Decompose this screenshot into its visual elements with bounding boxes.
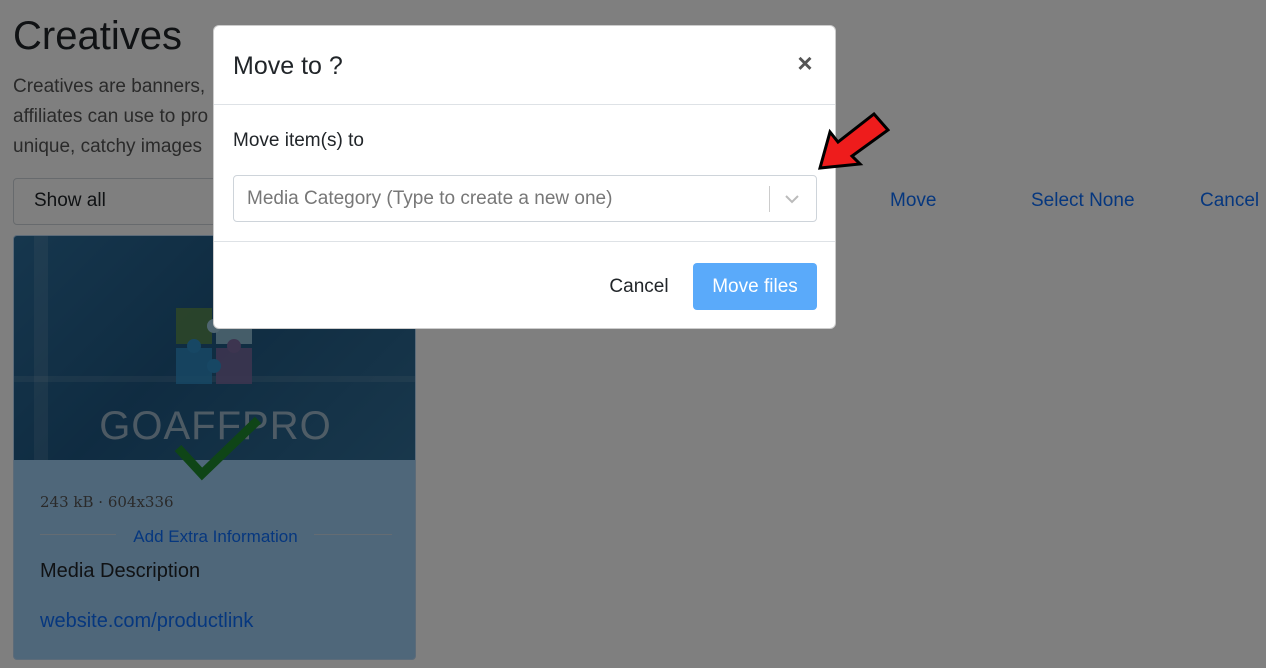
move-to-dialog: Move to ? × Move item(s) to Media Catego… xyxy=(213,25,836,329)
select-separator xyxy=(769,186,770,212)
dialog-header: Move to ? × xyxy=(214,26,835,105)
dialog-title: Move to ? xyxy=(233,52,343,80)
dialog-body: Move item(s) to Media Category (Type to … xyxy=(214,106,835,242)
move-files-button[interactable]: Move files xyxy=(693,263,817,310)
dialog-footer: Cancel Move files xyxy=(214,243,835,329)
chevron-down-icon[interactable] xyxy=(783,190,801,208)
select-placeholder: Media Category (Type to create a new one… xyxy=(247,188,613,209)
close-icon[interactable]: × xyxy=(793,50,817,76)
cancel-button[interactable]: Cancel xyxy=(599,263,679,310)
move-items-label: Move item(s) to xyxy=(233,130,364,151)
media-category-select[interactable]: Media Category (Type to create a new one… xyxy=(233,175,817,222)
red-arrow-icon xyxy=(818,112,890,170)
